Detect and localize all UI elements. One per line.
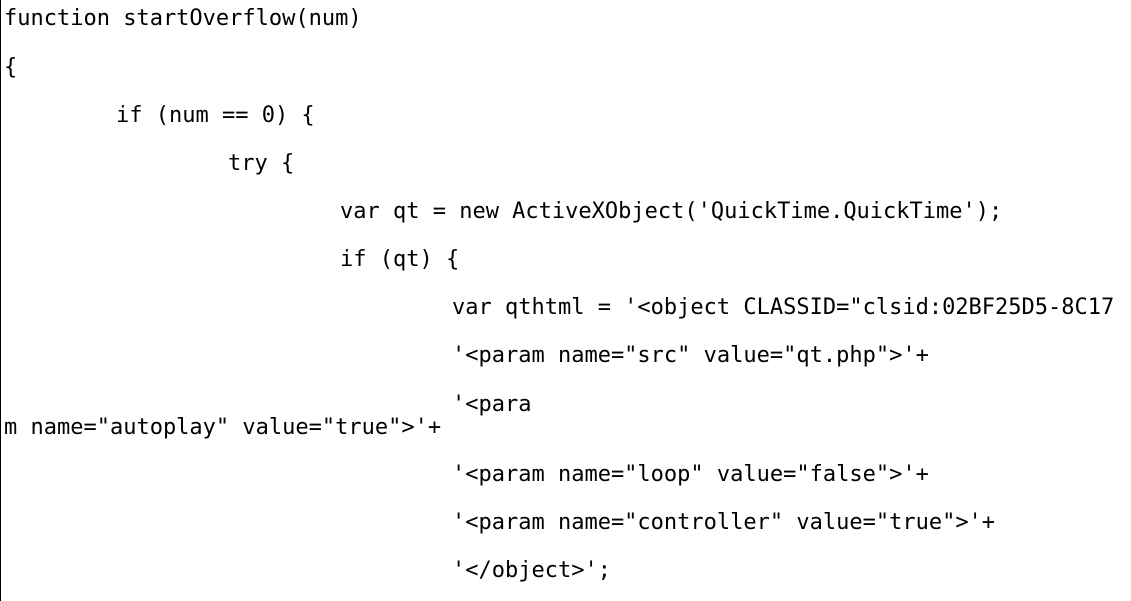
code-line-var-qt: var qt = new ActiveXObject('QuickTime.Qu… <box>340 199 1003 224</box>
code-line-if-num: if (num == 0) { <box>116 103 315 128</box>
code-line-if-qt: if (qt) { <box>340 247 460 272</box>
code-line-try: try { <box>228 151 295 176</box>
code-line-param-controller: '<param name="controller" value="true">'… <box>452 510 996 535</box>
code-line-param-loop: '<param name="loop" value="false">'+ <box>452 462 929 487</box>
code-line-open-brace: { <box>4 55 18 80</box>
code-line-var-qthtml: var qthtml = '<object CLASSID="clsid:02B… <box>452 295 1115 320</box>
code-line-param-src: '<param name="src" value="qt.php">'+ <box>452 343 929 368</box>
code-view[interactable]: function startOverflow(num) { if (num ==… <box>0 0 1131 601</box>
code-line-object-close: '</object>'; <box>452 558 611 583</box>
code-line-function-declaration: function startOverflow(num) <box>4 6 362 31</box>
code-line-param-autoplay-wrap: m name="autoplay" value="true">'+ <box>4 415 442 440</box>
code-line-param-autoplay-start: '<para <box>452 392 532 417</box>
